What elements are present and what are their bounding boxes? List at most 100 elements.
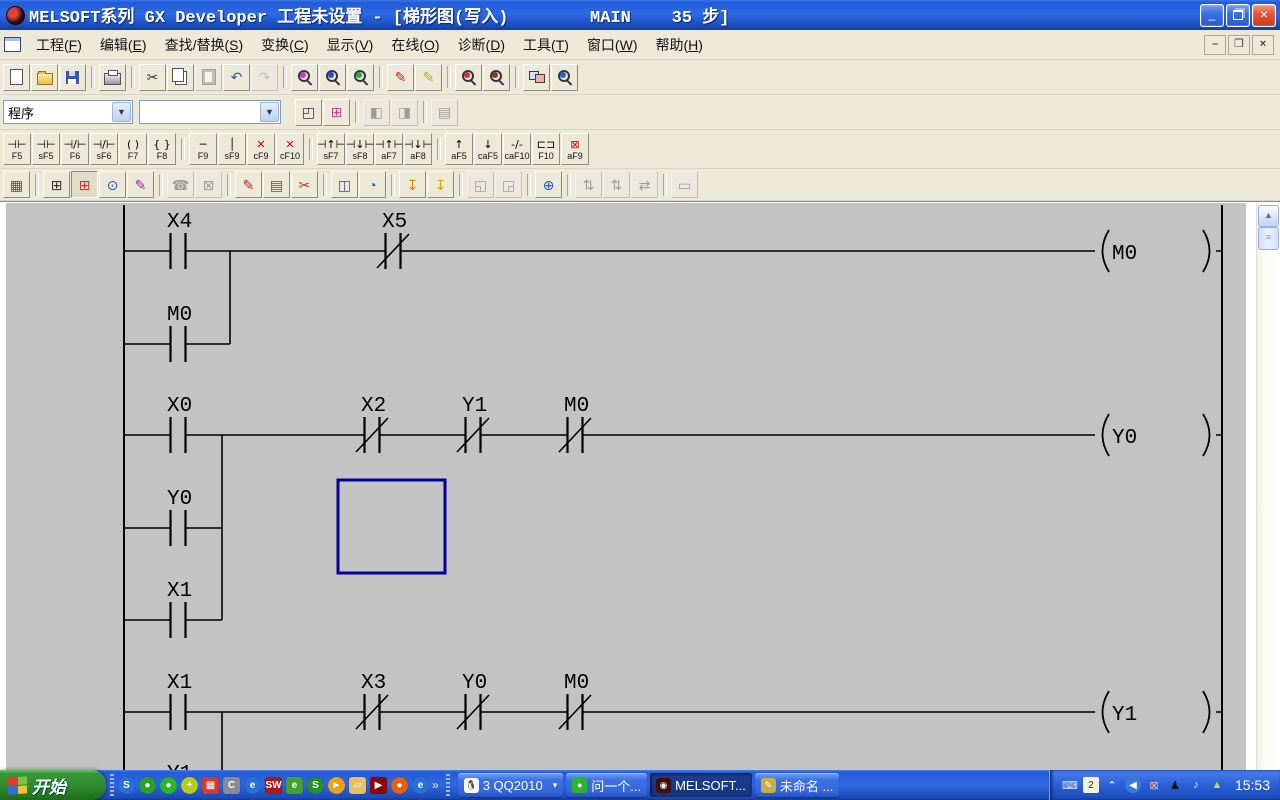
taskzone-grip[interactable] [446,774,450,796]
edit-ladder[interactable]: ✎ [235,171,262,198]
mdi-child-icon[interactable] [4,37,21,52]
mdi-close-button[interactable]: × [1252,35,1274,55]
write-mode[interactable]: ✎ [127,171,154,198]
menu-e[interactable]: 编辑(E) [91,31,156,59]
project-data-list[interactable]: ⊞ [43,171,70,198]
menu-f[interactable]: 工程(F) [27,31,91,59]
ladder-symbol-af5[interactable]: ↑aF5 [445,133,473,165]
label-1[interactable]: ◧ [363,99,390,126]
taskbar-task-active[interactable]: ◉MELSOFT... [650,773,752,797]
label-2[interactable]: ◨ [391,99,418,126]
ladder-symbol-f6[interactable]: ⊣/⊢F6 [61,133,89,165]
scrollbar-thumb[interactable] [1258,227,1279,250]
chevron-down-icon[interactable]: ▼ [112,102,131,122]
data-name-combobox[interactable]: ▼ [139,100,281,124]
ladder-symbol-caf10[interactable]: -/-caF10 [503,133,531,165]
quicklaunch-internet-explorer-2-icon[interactable]: e [412,777,429,794]
quicklaunch-pictures-icon[interactable]: ▦ [202,777,219,794]
menu-h[interactable]: 帮助(H) [647,31,712,59]
sort-1[interactable]: ⇅ [575,171,602,198]
ladder-symbol-cf9[interactable]: ✕cF9 [247,133,275,165]
ladder-editor-area[interactable]: X4X5M0X0X2Y1M0Y0X1X1X3Y0M0M0Y0Y1Y1 ▲ [0,201,1280,792]
menu-t[interactable]: 工具(T) [514,31,578,59]
paste[interactable] [195,64,222,91]
ladder-symbol-sf6[interactable]: ⊣/⊢sF6 [90,133,118,165]
print[interactable] [99,64,126,91]
quicklaunch-360-browser-icon[interactable]: ● [160,777,177,794]
save[interactable] [59,64,86,91]
copy[interactable] [167,64,194,91]
find-instruction[interactable] [347,64,374,91]
cut[interactable]: ✂ [139,64,166,91]
quicklaunch-internet-explorer-icon[interactable]: e [244,777,261,794]
tray-qq-icon[interactable]: ♟ [1167,777,1183,793]
edit-mode[interactable]: ⊞ [71,171,98,198]
zoom-write[interactable] [483,64,510,91]
open[interactable] [31,64,58,91]
vertical-scrollbar[interactable]: ▲ [1256,204,1278,790]
quicklaunch-casio-icon[interactable]: C [223,777,240,794]
new[interactable] [3,64,30,91]
tray-network-error-icon[interactable]: ⊠ [1146,777,1162,793]
ladder-symbol-sf7[interactable]: ⊣↑⊢sF7 [317,133,345,165]
mdi-restore-button[interactable]: ❐ [1228,35,1250,55]
tray-input-method-icon[interactable]: 2 [1083,777,1099,793]
find[interactable] [291,64,318,91]
ladder-symbol-sf5[interactable]: ⊣⊢sF5 [32,133,60,165]
read-mode[interactable]: ⊙ [99,171,126,198]
quicklaunch-360-safe-icon[interactable]: ● [139,777,156,794]
comment-1[interactable]: ☎ [167,171,194,198]
ladder-symbol-cf10[interactable]: ✕cF10 [276,133,304,165]
quicklaunch-grip[interactable] [110,774,114,796]
monitor-test[interactable]: ⊕ [535,171,562,198]
window-2[interactable]: ◲ [495,171,522,198]
redo[interactable]: ↷ [251,64,278,91]
find-device[interactable] [319,64,346,91]
parameter[interactable]: ◰ [295,99,322,126]
minimize-button[interactable]: _ [1200,4,1224,27]
menu-c[interactable]: 变换(C) [252,31,317,59]
menu-o[interactable]: 在线(O) [382,31,448,59]
quicklaunch-folder-icon[interactable]: ▱ [349,777,366,794]
ladder-symbol-sf9[interactable]: │sF9 [218,133,246,165]
scroll-up-button[interactable]: ▲ [1258,205,1279,227]
ladder-symbol-af8[interactable]: ⊣↓⊢aF8 [404,133,432,165]
sort-2[interactable]: ⇅ [603,171,630,198]
melsoft-app-icon[interactable] [6,6,25,25]
menu-w[interactable]: 窗口(W) [578,31,647,59]
monitor-start[interactable]: ◔ [359,171,386,198]
edit-cut[interactable]: ✂ [291,171,318,198]
close-button[interactable]: × [1252,4,1276,27]
ladder-symbol-f9[interactable]: ─F9 [189,133,217,165]
window-1[interactable]: ◱ [467,171,494,198]
ladder-symbol-caf5[interactable]: ↓caF5 [474,133,502,165]
ladder-symbol-f7[interactable]: ( )F7 [119,133,147,165]
ladder-diagram[interactable]: X4X5M0X0X2Y1M0Y0X1X1X3Y0M0M0Y0Y1Y1 [0,202,1280,792]
monitor[interactable] [551,64,578,91]
menu-v[interactable]: 显示(V) [318,31,383,59]
read-plc[interactable]: ↧ [427,171,454,198]
menu-s[interactable]: 查找/替换(S) [156,31,253,59]
taskbar-task-button[interactable]: ✎未命名 ... [755,773,839,797]
ladder-symbol-f8[interactable]: { }F8 [148,133,176,165]
task-group-dropdown-icon[interactable]: ▾ [553,780,558,791]
restore-button[interactable] [1226,4,1250,27]
clock[interactable]: 15:53 [1235,777,1270,793]
menu-d[interactable]: 诊断(D) [449,31,514,59]
mdi-minimize-button[interactable]: – [1204,35,1226,55]
taskbar-task-button[interactable]: ●问一个... [566,773,647,797]
overflow-chevron-icon[interactable]: » [432,778,439,792]
write-plc[interactable]: ↧ [399,171,426,198]
chevron-down-icon[interactable]: ▼ [260,102,279,122]
data-list[interactable]: ▤ [431,99,458,126]
project-tree[interactable]: ⊞ [323,99,350,126]
undo[interactable]: ↶ [223,64,250,91]
device-registration[interactable]: ✎ [415,64,442,91]
quicklaunch-solidworks-icon[interactable]: SW [265,777,282,794]
quicklaunch-media-player-icon[interactable]: ► [328,777,345,794]
transfer-setup[interactable] [523,64,550,91]
quicklaunch-sogou-browser-icon[interactable]: S [118,777,135,794]
quicklaunch-equation-editor-icon[interactable]: e [286,777,303,794]
quicklaunch-player-icon[interactable]: ▶ [370,777,387,794]
tray-hide-icons-icon[interactable]: ◀ [1125,777,1141,793]
